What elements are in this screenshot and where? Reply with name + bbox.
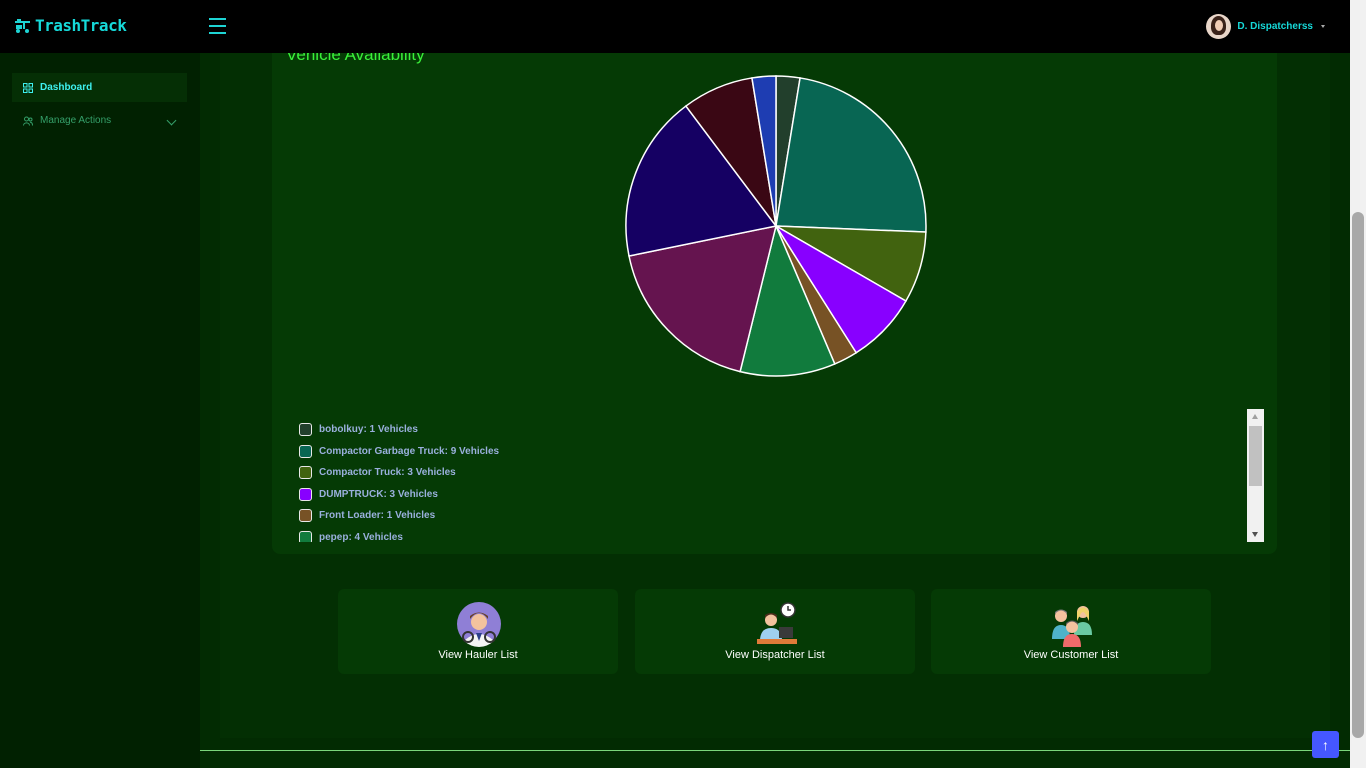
back-to-top-button[interactable]: ↑ [1312,731,1339,758]
chevron-down-icon [166,115,177,126]
legend-label: bobolkuy: 1 Vehicles [319,424,418,435]
sidebar-item-manage-actions[interactable]: Manage Actions [12,106,187,135]
arrow-up-icon: ↑ [1322,736,1329,753]
legend-item[interactable]: DUMPTRUCK: 3 Vehicles [299,487,438,501]
brand[interactable]: TrashTrack [14,16,127,35]
card-label: View Customer List [1023,649,1119,661]
legend-swatch [299,509,312,523]
legend-label: pepep: 4 Vehicles [319,532,403,542]
pie-slice-1[interactable] [775,77,927,233]
legend-swatch [299,531,312,542]
legend-swatch [299,466,312,480]
card-label: View Dispatcher List [725,649,825,661]
page-scrollbar[interactable] [1350,0,1366,768]
sidebar-item-dashboard[interactable]: Dashboard [12,73,187,102]
top-navbar: TrashTrack D. Dispatcherss [0,0,1366,53]
view-customer-list-card[interactable]: View Customer List [931,589,1211,674]
customer-group-icon [1052,606,1092,647]
hauler-driver-icon [457,602,501,647]
legend-scrollbar[interactable] [1247,409,1264,542]
legend-label: Compactor Truck: 3 Vehicles [319,467,456,479]
footer-divider [200,750,1350,751]
avatar [1206,14,1232,39]
sidebar-item-label: Manage Actions [40,115,112,126]
legend-item[interactable]: Compactor Garbage Truck: 9 Vehicles [299,444,500,458]
sidebar: Dashboard Manage Actions [0,53,200,768]
legend-swatch [299,444,312,458]
brand-name: TrashTrack [35,16,127,35]
dispatcher-desk-icon [757,602,797,644]
caret-down-icon [1321,25,1325,28]
vehicle-pie-chart[interactable] [616,66,936,386]
legend-item[interactable]: bobolkuy: 1 Vehicles [299,423,418,436]
page-scrollbar-thumb[interactable] [1352,212,1364,738]
view-dispatcher-list-card[interactable]: View Dispatcher List [635,589,915,674]
legend-swatch [299,487,312,501]
chart-legend: bobolkuy: 1 Vehicles Compactor Garbage Tr… [296,409,1264,542]
user-name: D. Dispatcherss [1237,21,1313,32]
users-icon [23,116,33,126]
sidebar-item-label: Dashboard [40,82,93,93]
scroll-down-arrow-icon[interactable] [1252,532,1258,537]
truck-logo-icon [15,18,30,33]
legend-item[interactable]: Compactor Truck: 3 Vehicles [299,466,456,480]
legend-label: Compactor Garbage Truck: 9 Vehicles [319,445,500,457]
legend-item[interactable]: Front Loader: 1 Vehicles [299,509,436,523]
legend-label: DUMPTRUCK: 3 Vehicles [319,488,438,500]
card-label: View Hauler List [438,649,518,661]
legend-label: Front Loader: 1 Vehicles [319,510,436,522]
menu-toggle-icon[interactable] [209,18,226,34]
user-menu[interactable]: D. Dispatcherss [1206,14,1325,39]
legend-item[interactable]: pepep: 4 Vehicles [299,531,403,542]
view-hauler-list-card[interactable]: View Hauler List [338,589,618,674]
dashboard-grid-icon [23,82,33,93]
legend-swatch [299,423,312,436]
scrollbar-thumb[interactable] [1249,426,1262,486]
scroll-up-arrow-icon[interactable] [1252,414,1258,419]
